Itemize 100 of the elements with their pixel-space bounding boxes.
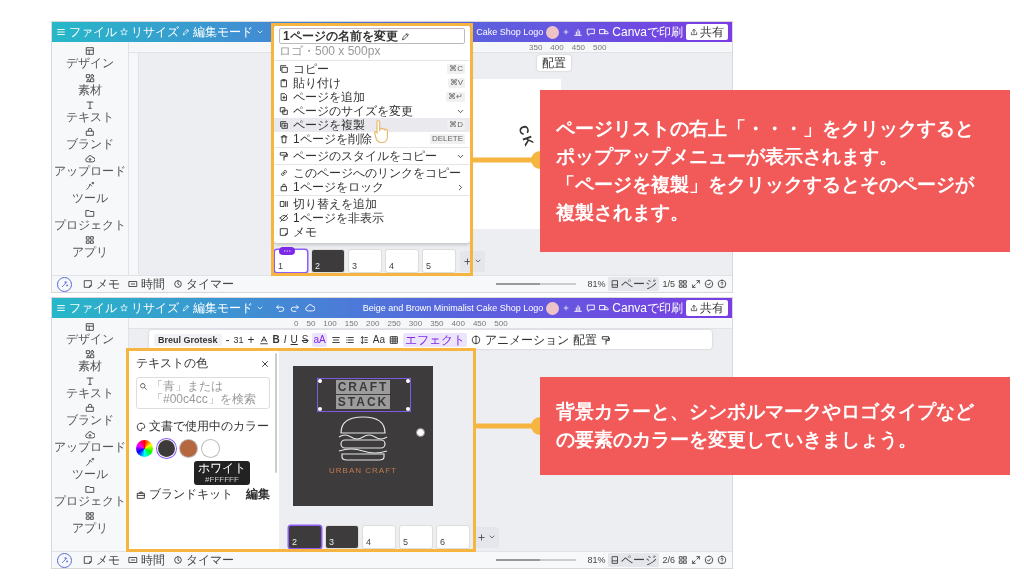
timer-button[interactable]: タイマー bbox=[186, 553, 234, 567]
document-title[interactable]: Cake Shop Logo bbox=[476, 27, 544, 37]
help-icon[interactable] bbox=[717, 279, 727, 289]
bag-icon[interactable] bbox=[85, 403, 95, 413]
folder-icon[interactable] bbox=[85, 208, 95, 218]
avatar[interactable] bbox=[546, 301, 560, 315]
format-button[interactable]: aA bbox=[312, 332, 327, 347]
menu-item[interactable]: このページへのリンクをコピー bbox=[274, 166, 470, 180]
increase-button[interactable]: + bbox=[247, 332, 255, 347]
cloud-upload-icon[interactable] bbox=[85, 154, 95, 164]
page-thumbnail[interactable]: 4 bbox=[363, 526, 395, 548]
folder-icon[interactable] bbox=[85, 484, 95, 494]
more-button[interactable] bbox=[279, 247, 295, 255]
sidebar-item[interactable]: アプリ bbox=[72, 521, 108, 535]
pages-button[interactable]: ページ bbox=[608, 553, 660, 567]
sidebar-item[interactable]: アップロード bbox=[54, 164, 126, 178]
format-button[interactable]: B bbox=[272, 332, 280, 347]
menu-item[interactable]: 1ページをロック bbox=[274, 180, 470, 194]
add-person-icon[interactable] bbox=[562, 28, 571, 36]
menu-item[interactable]: 切り替えを追加 bbox=[274, 197, 470, 211]
sidebar-item[interactable]: プロジェクト bbox=[54, 494, 126, 508]
draw-icon[interactable] bbox=[85, 457, 95, 467]
add-person-icon[interactable] bbox=[562, 304, 571, 312]
add-color-button[interactable] bbox=[136, 440, 153, 457]
sidebar-item[interactable]: 素材 bbox=[78, 359, 102, 373]
checker-icon[interactable] bbox=[388, 334, 399, 345]
timer-button[interactable]: タイマー bbox=[186, 277, 234, 291]
list-icon[interactable] bbox=[344, 334, 355, 345]
line-spacing-icon[interactable] bbox=[358, 334, 369, 345]
menu-item[interactable]: メモ bbox=[274, 225, 470, 239]
color-swatch[interactable] bbox=[180, 440, 197, 457]
decrease-button[interactable]: - bbox=[225, 332, 230, 347]
menu-item[interactable]: ページを追加 ⌘↵ bbox=[274, 90, 470, 104]
shapes-icon[interactable] bbox=[85, 73, 95, 83]
grid-icon[interactable] bbox=[678, 279, 688, 289]
draw-icon[interactable] bbox=[85, 181, 95, 191]
format-button[interactable]: U bbox=[290, 332, 298, 347]
sidebar-item[interactable]: ツール bbox=[72, 191, 108, 205]
cloud-icon[interactable] bbox=[305, 303, 315, 313]
undo-icon[interactable] bbox=[275, 303, 285, 313]
page-thumbnail[interactable]: 6 bbox=[437, 526, 469, 548]
page-name-field[interactable]: 1ページの名前を変更 bbox=[279, 28, 465, 44]
sidebar-item[interactable]: 素材 bbox=[78, 83, 102, 97]
sidebar-item[interactable]: デザイン bbox=[66, 332, 114, 346]
text-color-icon[interactable] bbox=[258, 334, 269, 345]
case-button[interactable]: Aa bbox=[372, 332, 385, 347]
align-center-icon[interactable] bbox=[330, 334, 341, 345]
notes-button[interactable]: メモ bbox=[96, 553, 120, 567]
edit-link[interactable]: 編集 bbox=[246, 486, 270, 503]
page-thumbnail[interactable]: 2 bbox=[312, 250, 344, 272]
print-button[interactable]: Canvaで印刷 bbox=[612, 25, 683, 39]
paint-roller-icon[interactable] bbox=[600, 334, 611, 345]
expand-icon[interactable] bbox=[691, 279, 701, 289]
color-swatch[interactable] bbox=[158, 440, 175, 457]
grid-icon[interactable] bbox=[678, 555, 688, 565]
sidebar-item[interactable]: アップロード bbox=[54, 440, 126, 454]
pages-button[interactable]: ページ bbox=[608, 277, 660, 291]
comment-icon[interactable] bbox=[586, 303, 597, 313]
color-swatch[interactable] bbox=[202, 440, 219, 457]
sidebar-item[interactable]: プロジェクト bbox=[54, 218, 126, 232]
search-field[interactable]: 「青」または「#00c4cc」を検索 bbox=[136, 377, 270, 409]
sidebar-item[interactable]: テキスト bbox=[66, 386, 114, 400]
sidebar-item[interactable]: テキスト bbox=[66, 110, 114, 124]
position-button[interactable]: 配置 bbox=[537, 55, 571, 71]
sidebar-item[interactable]: アプリ bbox=[72, 245, 108, 259]
page-thumbnail[interactable]: 3 bbox=[349, 250, 381, 272]
duration-button[interactable]: 時間 bbox=[141, 277, 165, 291]
page-thumbnail[interactable]: 4 bbox=[386, 250, 418, 272]
sidebar-item[interactable]: ツール bbox=[72, 467, 108, 481]
page-thumbnail[interactable]: 1 bbox=[275, 250, 307, 272]
comment-icon[interactable] bbox=[586, 27, 597, 37]
font-field[interactable]: Breul Grotesk bbox=[154, 333, 222, 346]
bag-icon[interactable] bbox=[85, 127, 95, 137]
share-button[interactable]: 共有 bbox=[686, 24, 728, 40]
bar-chart-icon[interactable] bbox=[573, 303, 584, 313]
menu-item[interactable]: 貼り付け ⌘V bbox=[274, 76, 470, 90]
menu-item[interactable]: ページのサイズを変更 bbox=[274, 104, 470, 118]
notes-button[interactable]: メモ bbox=[96, 277, 120, 291]
rotate-handle[interactable] bbox=[416, 428, 425, 437]
format-button[interactable]: I bbox=[283, 332, 287, 347]
bar-chart-icon[interactable] bbox=[573, 27, 584, 37]
menu-item[interactable]: 1ページを非表示 bbox=[274, 211, 470, 225]
page-thumbnail[interactable]: 5 bbox=[423, 250, 455, 272]
duration-button[interactable]: 時間 bbox=[141, 553, 165, 567]
redo-icon[interactable] bbox=[290, 303, 300, 313]
document-title[interactable]: Beige and Brown Minimalist Cake Shop Logo bbox=[362, 303, 544, 313]
menu-item[interactable]: ページを複製 ⌘D bbox=[274, 118, 470, 132]
layout-icon[interactable] bbox=[85, 322, 95, 332]
expand-icon[interactable] bbox=[691, 555, 701, 565]
page-thumbnail[interactable]: 3 bbox=[326, 526, 358, 548]
text-icon[interactable] bbox=[85, 100, 95, 110]
effects-button[interactable]: エフェクト bbox=[402, 332, 467, 347]
apps-icon[interactable] bbox=[85, 511, 95, 521]
menu-item[interactable]: コピー ⌘C bbox=[274, 62, 470, 76]
share-button[interactable]: 共有 bbox=[686, 300, 728, 316]
layout-icon[interactable] bbox=[85, 46, 95, 56]
add-page-button[interactable] bbox=[474, 526, 499, 548]
animate-button[interactable]: アニメーション bbox=[484, 332, 569, 347]
sidebar-item[interactable]: デザイン bbox=[66, 56, 114, 70]
cloud-upload-icon[interactable] bbox=[85, 430, 95, 440]
